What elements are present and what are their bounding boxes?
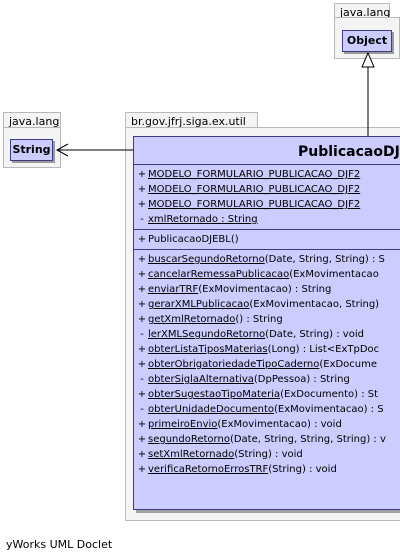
- method-signature: (Date, String, String, String) : v: [229, 434, 386, 445]
- member-row: + getXmlRetornado() : String: [134, 312, 400, 327]
- method-signature: (ExMovimentacao) : String: [198, 284, 332, 295]
- method-signature: (ExMovimentacao, String): [249, 299, 380, 310]
- method-name: obterListaTiposMaterias: [148, 344, 268, 355]
- member-row: + PublicacaoDJEBL(): [134, 232, 400, 247]
- visibility-marker: +: [137, 299, 147, 310]
- visibility-marker: +: [137, 314, 147, 325]
- constructor-text: PublicacaoDJEBL(): [148, 234, 239, 245]
- method-name: cancelarRemessaPublicacao: [148, 269, 290, 280]
- visibility-marker: +: [137, 269, 147, 280]
- member-row: + MODELO_FORMULARIO_PUBLICACAO_DJF2: [134, 167, 400, 182]
- visibility-marker: +: [137, 344, 147, 355]
- member-row: + enviarTRF(ExMovimentacao) : String: [134, 282, 400, 297]
- method-name: obterObrigatoriedadeTipoCaderno: [148, 359, 320, 370]
- method-name: verificaRetornoErrosTRF: [148, 464, 269, 475]
- method-signature: (DpPessoa) : String: [253, 374, 350, 385]
- constructors-section: + PublicacaoDJEBL(): [134, 230, 400, 250]
- class-publicacao-djebl: PublicacaoDJ + MODELO_FORMULARIO_PUBLICAC…: [133, 136, 400, 510]
- member-row: + gerarXMLPublicacao(ExMovimentacao, Stri…: [134, 297, 400, 312]
- footer-text: yWorks UML Doclet: [6, 538, 113, 551]
- member-row: + setXmlRetornado(String) : void: [134, 447, 400, 462]
- visibility-marker: +: [137, 434, 147, 445]
- visibility-marker: -: [140, 374, 144, 385]
- method-name: obterUnidadeDocumento: [148, 404, 274, 415]
- method-signature: (Date, String, String) : S: [264, 254, 385, 265]
- visibility-marker: +: [137, 254, 147, 265]
- visibility-marker: +: [137, 199, 147, 210]
- method-name: getXmlRetornado: [148, 314, 236, 325]
- member-row: + segundoRetorno(Date, String, String, St…: [134, 432, 400, 447]
- visibility-marker: +: [137, 449, 147, 460]
- visibility-marker: +: [137, 234, 147, 245]
- member-row: + obterObrigatoriedadeTipoCaderno(ExDocum…: [134, 357, 400, 372]
- member-row: + obterListaTiposMaterias(Long) : List<Ex…: [134, 342, 400, 357]
- member-row: + obterSugestaoTipoMateria(ExDocumento) :…: [134, 387, 400, 402]
- member-row: + cancelarRemessaPublicacao(ExMovimentaca…: [134, 267, 400, 282]
- member-row: + MODELO_FORMULARIO_PUBLICACAO_DJF2: [134, 197, 400, 212]
- fields-section: + MODELO_FORMULARIO_PUBLICACAO_DJF2 + MODEL…: [134, 165, 400, 230]
- method-name: setXmlRetornado: [148, 449, 235, 460]
- method-name: gerarXMLPublicacao: [148, 299, 250, 310]
- visibility-marker: +: [137, 184, 147, 195]
- method-signature: (ExMovimentacao: [289, 269, 379, 280]
- visibility-marker: +: [137, 419, 147, 430]
- field-text: MODELO_FORMULARIO_PUBLICACAO_DJF2: [148, 169, 361, 180]
- visibility-marker: -: [140, 329, 144, 340]
- member-row: + buscarSegundoRetorno(Date, String, Stri…: [134, 252, 400, 267]
- visibility-marker: +: [137, 389, 147, 400]
- method-signature: (ExDocumento) : St: [280, 389, 379, 400]
- method-name: enviarTRF: [148, 284, 199, 295]
- method-name: obterSiglaAlternativa: [148, 374, 254, 385]
- member-row: + primeiroEnvio(ExMovimentacao) : void: [134, 417, 400, 432]
- method-signature: (ExMovimentacao) : void: [217, 419, 342, 430]
- class-title: PublicacaoDJ: [134, 137, 400, 165]
- method-signature: (String) : void: [268, 464, 337, 475]
- method-name: buscarSegundoRetorno: [148, 254, 265, 265]
- visibility-marker: +: [137, 464, 147, 475]
- field-text: MODELO_FORMULARIO_PUBLICACAO_DJF2: [148, 199, 361, 210]
- method-signature: () : String: [235, 314, 283, 325]
- method-signature: (ExDocume: [319, 359, 378, 370]
- visibility-marker: +: [137, 359, 147, 370]
- member-row: - xmlRetornado : String: [134, 212, 400, 227]
- method-name: obterSugestaoTipoMateria: [148, 389, 281, 400]
- visibility-marker: -: [140, 214, 144, 225]
- method-name: segundoRetorno: [148, 434, 230, 445]
- visibility-marker: -: [140, 404, 144, 415]
- method-signature: (Long) : List<ExTpDoc: [267, 344, 380, 355]
- method-signature: (ExMovimentacao) : S: [274, 404, 384, 415]
- member-row: - obterUnidadeDocumento(ExMovimentacao) :…: [134, 402, 400, 417]
- field-text: MODELO_FORMULARIO_PUBLICACAO_DJF2: [148, 184, 361, 195]
- generalization-arrowhead: [361, 51, 375, 68]
- methods-section: + buscarSegundoRetorno(Date, String, Stri…: [134, 250, 400, 479]
- member-row: - obterSiglaAlternativa(DpPessoa) : Strin…: [134, 372, 400, 387]
- method-name: primeiroEnvio: [148, 419, 218, 430]
- method-name: lerXMLSegundoRetorno: [148, 329, 266, 340]
- field-text: xmlRetornado : String: [148, 214, 258, 225]
- method-signature: (Date, String) : void: [265, 329, 364, 340]
- visibility-marker: +: [137, 284, 147, 295]
- member-row: - lerXMLSegundoRetorno(Date, String) : vo…: [134, 327, 400, 342]
- member-row: + verificaRetornoErrosTRF(String) : void: [134, 462, 400, 477]
- member-row: + MODELO_FORMULARIO_PUBLICACAO_DJF2: [134, 182, 400, 197]
- visibility-marker: +: [137, 169, 147, 180]
- method-signature: (String) : void: [234, 449, 303, 460]
